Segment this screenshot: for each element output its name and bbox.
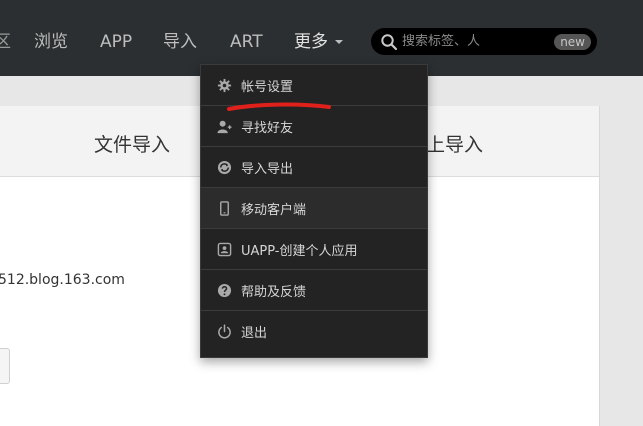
nav-item-more-label: 更多 xyxy=(294,32,328,52)
nav-item-app[interactable]: APP xyxy=(100,30,132,54)
tab-file-import[interactable]: 文件导入 xyxy=(94,130,170,157)
power-icon xyxy=(218,324,231,339)
nav-item-more[interactable]: 更多 xyxy=(294,30,343,54)
caret-down-icon xyxy=(335,40,343,44)
blog-url-text: 512.blog.163.com xyxy=(0,272,125,288)
gear-icon xyxy=(217,78,232,93)
search-icon[interactable] xyxy=(380,33,398,51)
search-input[interactable] xyxy=(402,32,552,51)
menu-item-label: 移动客户端 xyxy=(241,203,307,218)
menu-item-label: UAPP-创建个人应用 xyxy=(241,244,358,259)
nav-item-browse[interactable]: 浏览 xyxy=(34,30,68,54)
help-icon xyxy=(217,283,232,298)
menu-item-help-feedback[interactable]: 帮助及反馈 xyxy=(201,270,427,311)
menu-item-label: 寻找好友 xyxy=(241,121,294,136)
nav-item-import[interactable]: 导入 xyxy=(163,30,197,54)
text-field-partial[interactable] xyxy=(0,348,10,384)
add-user-icon xyxy=(217,120,232,134)
menu-item-label: 帐号设置 xyxy=(241,80,294,95)
menu-item-label: 退出 xyxy=(241,326,268,341)
menu-item-label: 帮助及反馈 xyxy=(241,285,307,300)
menu-item-uapp[interactable]: UAPP-创建个人应用 xyxy=(201,229,427,270)
red-annotation-underline xyxy=(227,102,331,111)
nav-item-art[interactable]: ART xyxy=(230,30,263,54)
menu-item-mobile-client[interactable]: 移动客户端 xyxy=(201,188,427,229)
menu-item-logout[interactable]: 退出 xyxy=(201,311,427,357)
menu-item-label: 导入导出 xyxy=(241,162,294,177)
new-badge: new xyxy=(554,34,591,50)
mobile-icon xyxy=(220,201,229,216)
nav-item-partial[interactable]: 区 xyxy=(0,30,11,54)
menu-item-import-export[interactable]: 导入导出 xyxy=(201,147,427,188)
search-box: new xyxy=(371,28,597,55)
app-icon xyxy=(217,242,232,257)
sync-icon xyxy=(217,160,232,175)
tab-online-import[interactable]: 上导入 xyxy=(426,130,483,157)
